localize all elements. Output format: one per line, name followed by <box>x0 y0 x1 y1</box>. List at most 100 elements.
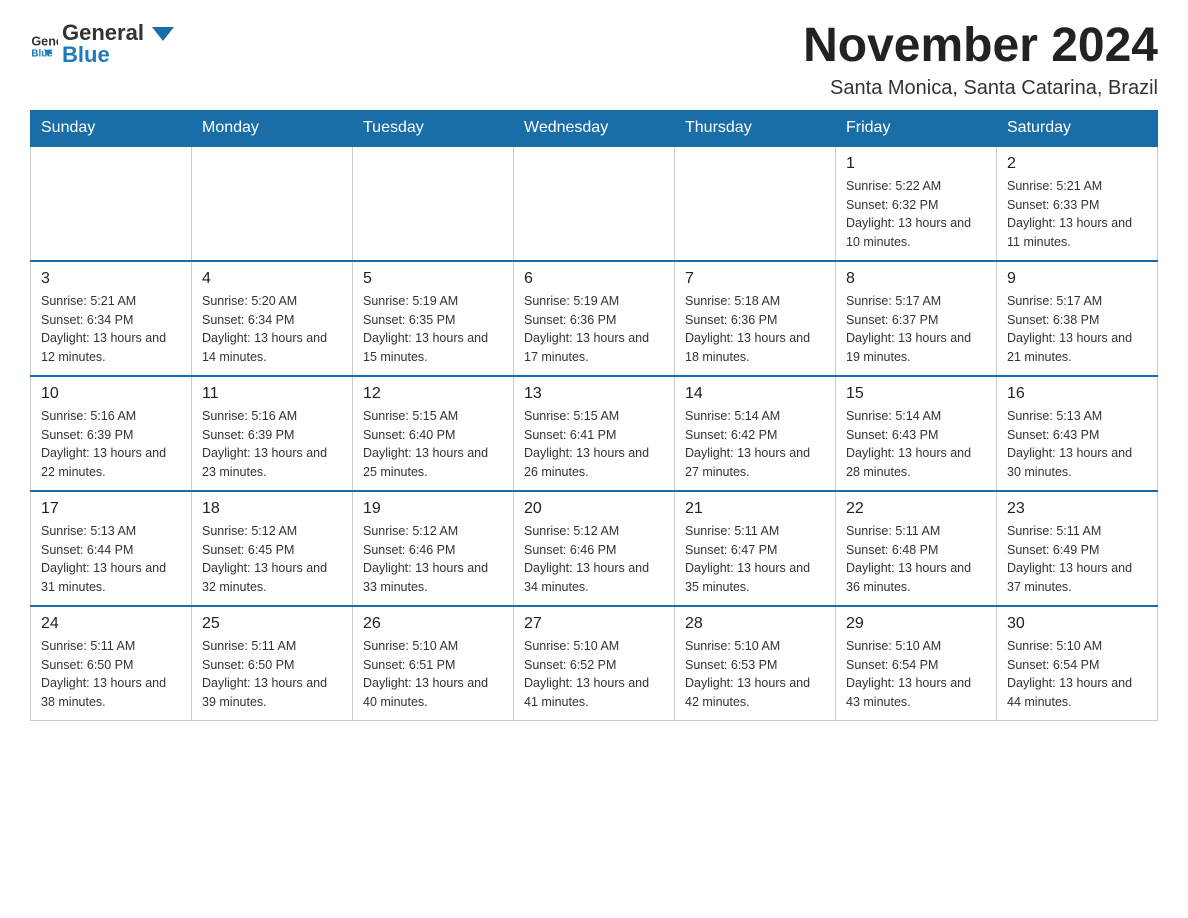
day-info: Sunrise: 5:11 AMSunset: 6:49 PMDaylight:… <box>1007 522 1147 597</box>
day-number: 16 <box>1007 385 1147 403</box>
location: Santa Monica, Santa Catarina, Brazil <box>803 77 1158 100</box>
cell-week4-day1: 17 Sunrise: 5:13 AMSunset: 6:44 PMDayligh… <box>31 491 192 606</box>
day-info: Sunrise: 5:18 AMSunset: 6:36 PMDaylight:… <box>685 292 825 367</box>
day-number: 9 <box>1007 270 1147 288</box>
day-number: 24 <box>41 615 181 633</box>
cell-week3-day6: 15 Sunrise: 5:14 AMSunset: 6:43 PMDayligh… <box>836 376 997 491</box>
cell-week5-day4: 27 Sunrise: 5:10 AMSunset: 6:52 PMDayligh… <box>514 606 675 721</box>
day-number: 25 <box>202 615 342 633</box>
day-number: 26 <box>363 615 503 633</box>
cell-week5-day1: 24 Sunrise: 5:11 AMSunset: 6:50 PMDayligh… <box>31 606 192 721</box>
day-number: 4 <box>202 270 342 288</box>
cell-week3-day1: 10Sunrise: 5:16 AMSunset: 6:39 PMDayligh… <box>31 376 192 491</box>
day-info: Sunrise: 5:20 AMSunset: 6:34 PMDaylight:… <box>202 292 342 367</box>
day-number: 20 <box>524 500 664 518</box>
day-info: Sunrise: 5:10 AMSunset: 6:54 PMDaylight:… <box>846 637 986 712</box>
cell-week2-day2: 4 Sunrise: 5:20 AMSunset: 6:34 PMDaylight… <box>192 261 353 376</box>
day-number: 8 <box>846 270 986 288</box>
week-row-4: 17 Sunrise: 5:13 AMSunset: 6:44 PMDayligh… <box>31 491 1158 606</box>
cell-week1-day2 <box>192 146 353 261</box>
day-number: 22 <box>846 500 986 518</box>
page-header: General Blue General Blue November 2024 … <box>30 20 1158 100</box>
cell-week5-day5: 28 Sunrise: 5:10 AMSunset: 6:53 PMDayligh… <box>675 606 836 721</box>
logo-icon: General Blue <box>30 30 58 58</box>
calendar-table: Sunday Monday Tuesday Wednesday Thursday… <box>30 110 1158 721</box>
day-number: 1 <box>846 155 986 173</box>
day-info: Sunrise: 5:12 AMSunset: 6:45 PMDaylight:… <box>202 522 342 597</box>
week-row-2: 3 Sunrise: 5:21 AMSunset: 6:34 PMDaylight… <box>31 261 1158 376</box>
day-number: 17 <box>41 500 181 518</box>
cell-week2-day6: 8 Sunrise: 5:17 AMSunset: 6:37 PMDaylight… <box>836 261 997 376</box>
cell-week1-day5 <box>675 146 836 261</box>
cell-week1-day4 <box>514 146 675 261</box>
day-number: 2 <box>1007 155 1147 173</box>
day-number: 15 <box>846 385 986 403</box>
day-info: Sunrise: 5:10 AMSunset: 6:52 PMDaylight:… <box>524 637 664 712</box>
cell-week3-day5: 14 Sunrise: 5:14 AMSunset: 6:42 PMDayligh… <box>675 376 836 491</box>
day-number: 12 <box>363 385 503 403</box>
svg-text:Blue: Blue <box>31 49 53 58</box>
day-number: 7 <box>685 270 825 288</box>
day-info: Sunrise: 5:11 AMSunset: 6:50 PMDaylight:… <box>41 637 181 712</box>
day-info: Sunrise: 5:10 AMSunset: 6:53 PMDaylight:… <box>685 637 825 712</box>
logo-blue: Blue <box>62 42 174 68</box>
col-sunday: Sunday <box>31 110 192 146</box>
cell-week3-day7: 16 Sunrise: 5:13 AMSunset: 6:43 PMDayligh… <box>997 376 1158 491</box>
cell-week4-day7: 23 Sunrise: 5:11 AMSunset: 6:49 PMDayligh… <box>997 491 1158 606</box>
cell-week1-day3 <box>353 146 514 261</box>
day-number: 11 <box>202 385 342 403</box>
col-saturday: Saturday <box>997 110 1158 146</box>
cell-week1-day1 <box>31 146 192 261</box>
day-info: Sunrise: 5:11 AMSunset: 6:50 PMDaylight:… <box>202 637 342 712</box>
title-block: November 2024 Santa Monica, Santa Catari… <box>803 20 1158 100</box>
day-number: 13 <box>524 385 664 403</box>
day-info: Sunrise: 5:13 AMSunset: 6:44 PMDaylight:… <box>41 522 181 597</box>
day-info: Sunrise: 5:17 AMSunset: 6:38 PMDaylight:… <box>1007 292 1147 367</box>
day-number: 5 <box>363 270 503 288</box>
day-number: 23 <box>1007 500 1147 518</box>
day-number: 6 <box>524 270 664 288</box>
day-info: Sunrise: 5:16 AMSunset: 6:39 PMDaylight:… <box>202 407 342 482</box>
day-number: 29 <box>846 615 986 633</box>
cell-week1-day7: 2 Sunrise: 5:21 AMSunset: 6:33 PMDaylight… <box>997 146 1158 261</box>
day-info: Sunrise: 5:21 AMSunset: 6:33 PMDaylight:… <box>1007 177 1147 252</box>
col-friday: Friday <box>836 110 997 146</box>
day-info: Sunrise: 5:10 AMSunset: 6:54 PMDaylight:… <box>1007 637 1147 712</box>
cell-week2-day1: 3 Sunrise: 5:21 AMSunset: 6:34 PMDaylight… <box>31 261 192 376</box>
day-number: 21 <box>685 500 825 518</box>
day-number: 10 <box>41 385 181 403</box>
cell-week2-day4: 6 Sunrise: 5:19 AMSunset: 6:36 PMDaylight… <box>514 261 675 376</box>
cell-week1-day6: 1 Sunrise: 5:22 AMSunset: 6:32 PMDaylight… <box>836 146 997 261</box>
cell-week2-day5: 7 Sunrise: 5:18 AMSunset: 6:36 PMDaylight… <box>675 261 836 376</box>
cell-week5-day7: 30Sunrise: 5:10 AMSunset: 6:54 PMDayligh… <box>997 606 1158 721</box>
day-info: Sunrise: 5:15 AMSunset: 6:40 PMDaylight:… <box>363 407 503 482</box>
cell-week2-day3: 5 Sunrise: 5:19 AMSunset: 6:35 PMDaylight… <box>353 261 514 376</box>
day-info: Sunrise: 5:10 AMSunset: 6:51 PMDaylight:… <box>363 637 503 712</box>
cell-week4-day5: 21Sunrise: 5:11 AMSunset: 6:47 PMDayligh… <box>675 491 836 606</box>
day-info: Sunrise: 5:13 AMSunset: 6:43 PMDaylight:… <box>1007 407 1147 482</box>
day-info: Sunrise: 5:15 AMSunset: 6:41 PMDaylight:… <box>524 407 664 482</box>
week-row-5: 24 Sunrise: 5:11 AMSunset: 6:50 PMDayligh… <box>31 606 1158 721</box>
svg-text:General: General <box>31 35 58 49</box>
day-number: 14 <box>685 385 825 403</box>
day-info: Sunrise: 5:22 AMSunset: 6:32 PMDaylight:… <box>846 177 986 252</box>
day-info: Sunrise: 5:14 AMSunset: 6:42 PMDaylight:… <box>685 407 825 482</box>
day-number: 28 <box>685 615 825 633</box>
month-title: November 2024 <box>803 20 1158 73</box>
day-info: Sunrise: 5:21 AMSunset: 6:34 PMDaylight:… <box>41 292 181 367</box>
day-info: Sunrise: 5:19 AMSunset: 6:36 PMDaylight:… <box>524 292 664 367</box>
day-info: Sunrise: 5:11 AMSunset: 6:48 PMDaylight:… <box>846 522 986 597</box>
cell-week5-day6: 29 Sunrise: 5:10 AMSunset: 6:54 PMDayligh… <box>836 606 997 721</box>
day-info: Sunrise: 5:19 AMSunset: 6:35 PMDaylight:… <box>363 292 503 367</box>
col-thursday: Thursday <box>675 110 836 146</box>
cell-week4-day4: 20Sunrise: 5:12 AMSunset: 6:46 PMDayligh… <box>514 491 675 606</box>
logo: General Blue General Blue <box>30 20 174 69</box>
calendar-header-row: Sunday Monday Tuesday Wednesday Thursday… <box>31 110 1158 146</box>
day-info: Sunrise: 5:17 AMSunset: 6:37 PMDaylight:… <box>846 292 986 367</box>
cell-week2-day7: 9 Sunrise: 5:17 AMSunset: 6:38 PMDaylight… <box>997 261 1158 376</box>
col-monday: Monday <box>192 110 353 146</box>
day-info: Sunrise: 5:14 AMSunset: 6:43 PMDaylight:… <box>846 407 986 482</box>
day-number: 27 <box>524 615 664 633</box>
day-info: Sunrise: 5:12 AMSunset: 6:46 PMDaylight:… <box>363 522 503 597</box>
day-number: 3 <box>41 270 181 288</box>
